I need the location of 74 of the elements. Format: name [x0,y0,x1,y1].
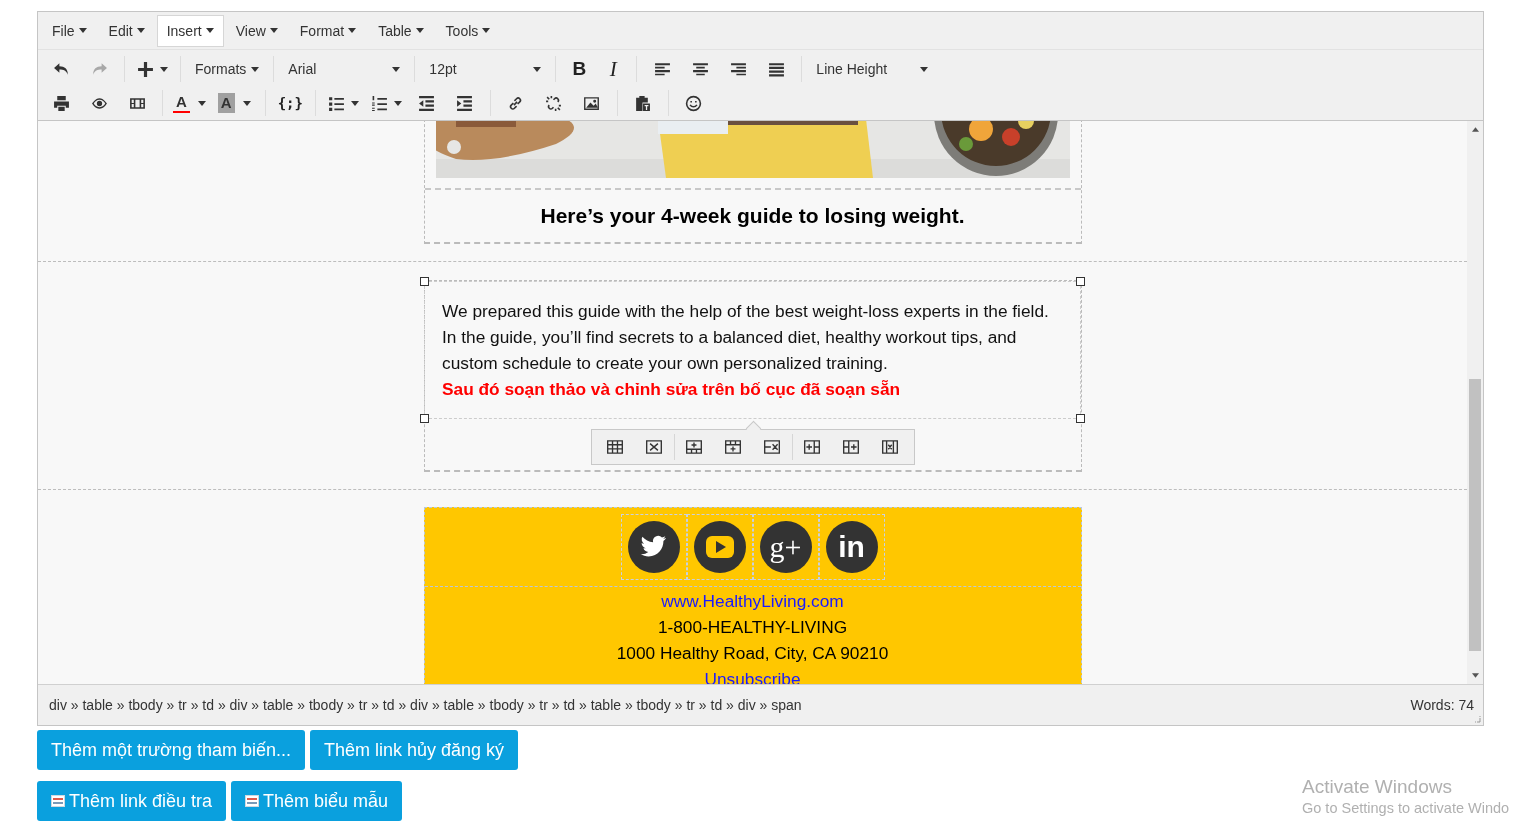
resize-handle[interactable] [420,414,429,423]
align-right-icon [729,60,747,78]
scrollbar[interactable] [1467,121,1483,684]
caret-icon [482,28,491,33]
caret-icon [533,66,542,72]
table-icon [606,438,624,456]
row-insert-icon [724,438,742,456]
row-insert-icon [685,438,703,456]
caret-icon [78,28,87,33]
resize-handle[interactable] [1076,414,1085,423]
table-delete-icon [645,438,663,456]
align-justify-icon [767,60,785,78]
resize-handle[interactable] [420,277,429,286]
caret-icon[interactable] [197,100,206,106]
paragraph: We prepared this guide with the help of the best weight-loss experts in the field. In the guide, you’ll find secrets to a balanced diet, healthy workout tips, and custom schedule to create your own personalized training. [442,300,1050,375]
resize-grip-icon[interactable] [1473,715,1481,723]
column-delete-icon [881,438,899,456]
caret-icon [205,28,214,33]
footer-text: 1-800-HEALTHY-LIVING [656,616,849,639]
column-insert-icon [803,438,821,456]
bold-button[interactable]: B [562,54,597,84]
note-text: Sau đó soạn thảo và chỉnh sửa trên bố cục đã soạn sẵn [442,378,902,401]
indent-icon [456,94,474,112]
caret-icon [136,28,145,33]
dropdown-select[interactable]: Line Height [808,54,937,84]
caret-icon[interactable] [242,100,251,106]
caret-icon [415,28,424,33]
smiley-icon [685,94,703,112]
align-left-icon [653,60,671,78]
column-insert-icon [842,438,860,456]
element-path: div » table » tbody » tr » td » div » table » tbody » tr » td » div » table » tbody » tr » td » table » tbody » tr » td » div » span [49,697,802,713]
caret-icon [920,66,929,72]
code-button[interactable]: {;} [271,88,309,118]
activation-title: Activate Windows [1302,776,1453,798]
caret-icon [251,66,260,72]
menu-item[interactable]: Insert [156,14,224,47]
align-center-icon [691,60,709,78]
menu-item[interactable]: File [42,14,97,47]
numbered-list-icon [371,94,388,112]
scrollbar-thumb[interactable] [1469,379,1481,651]
plus-icon [137,60,154,78]
dropdown-select[interactable]: Arial [280,54,409,84]
menu-item[interactable]: Tools [435,14,501,47]
activation-subtitle: Go to Settings to activate Windo [1302,800,1510,816]
row-delete-icon [763,438,781,456]
italic-button[interactable]: I [596,54,631,84]
text-color-button[interactable]: A [173,93,190,113]
video-play-icon[interactable] [693,521,746,573]
twitter-icon[interactable] [627,521,680,573]
heading: Here’s your 4-week guide to losing weight. [540,204,965,228]
bullet-list-icon [328,94,345,112]
formats-dropdown[interactable]: Formats [187,54,268,84]
resize-handle[interactable] [1076,277,1085,286]
printer-icon [52,94,70,112]
linkedin-icon[interactable]: in [825,521,878,573]
scroll-up-icon[interactable] [1471,127,1479,132]
caret-icon [392,66,401,72]
background-color-button[interactable]: A [217,93,235,113]
clipboard-icon [634,94,652,112]
image-icon [583,94,601,112]
google-plus-icon[interactable]: g+ [759,521,812,573]
footer-link[interactable]: www.HealthyLiving.com [424,588,1081,614]
menu-item[interactable]: Edit [98,14,155,47]
footer-text: 1000 Healthy Road, City, CA 90210 [615,642,890,665]
dropdown-select[interactable]: 12pt [421,54,550,84]
menu-item[interactable]: Table [368,14,434,47]
scroll-down-icon[interactable] [1471,673,1479,678]
menu-item[interactable]: Format [289,14,367,47]
menu-item[interactable]: View [225,14,288,47]
broken-link-icon [545,94,563,112]
caret-icon [348,28,357,33]
caret-icon [269,28,278,33]
outdent-icon [418,94,436,112]
word-count: Words: 74 [1410,697,1474,713]
